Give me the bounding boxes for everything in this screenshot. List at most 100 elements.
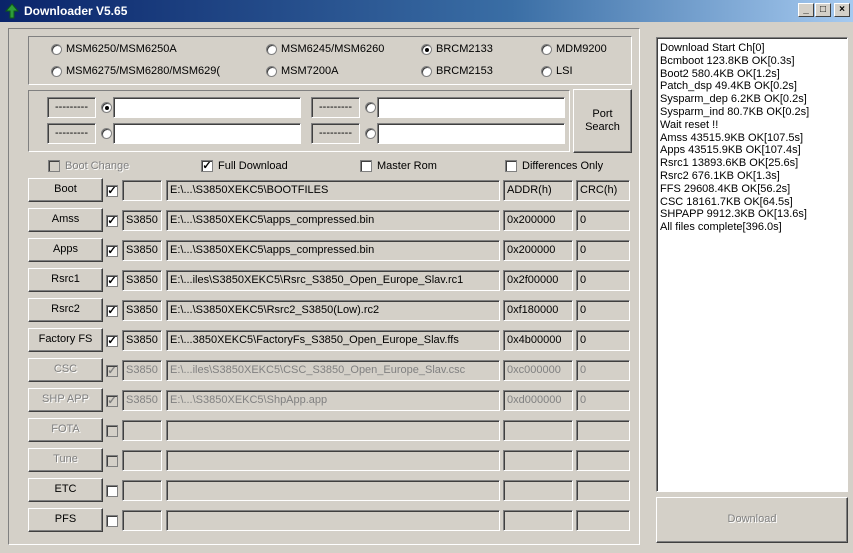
port-radio[interactable] <box>365 128 376 139</box>
file-row-button[interactable]: CSC <box>28 358 103 382</box>
file-row-model: S3850 <box>122 330 162 351</box>
file-row-button[interactable]: Amss <box>28 208 103 232</box>
file-row-path[interactable]: E:\...\S3850XEKC5\Rsrc2_S3850(Low).rc2 <box>166 300 500 321</box>
file-row-model: S3850 <box>122 300 162 321</box>
file-row-model: S3850 <box>122 390 162 411</box>
file-row-crc: 0 <box>576 360 630 381</box>
file-row-addr: 0xc000000 <box>503 360 573 381</box>
file-row-path[interactable]: E:\...iles\S3850XEKC5\CSC_S3850_Open_Eur… <box>166 360 500 381</box>
file-row-crc <box>576 480 630 501</box>
file-row-button[interactable]: Apps <box>28 238 103 262</box>
file-row-checkbox[interactable]: ✓ <box>106 305 118 317</box>
file-row-button[interactable]: ETC <box>28 478 103 502</box>
file-row-addr: 0x4b00000 <box>503 330 573 351</box>
file-row-checkbox[interactable]: ✓ <box>106 395 118 407</box>
chipset-label: MSM6250/MSM6250A <box>66 43 177 55</box>
file-row-path[interactable] <box>166 510 500 531</box>
chipset-label: MDM9200 <box>556 43 607 55</box>
file-row-checkbox[interactable] <box>106 485 118 497</box>
file-row-path[interactable] <box>166 450 500 471</box>
chipset-radio[interactable] <box>541 44 552 55</box>
chipset-radio[interactable] <box>421 66 432 77</box>
file-row-crc <box>576 420 630 441</box>
file-row-model <box>122 480 162 501</box>
file-row-checkbox[interactable]: ✓ <box>106 215 118 227</box>
file-row-path[interactable]: E:\...3850XEKC5\FactoryFs_S3850_Open_Eur… <box>166 330 500 351</box>
port-field[interactable] <box>113 123 301 144</box>
file-row-button[interactable]: Boot <box>28 178 103 202</box>
option-checkbox[interactable] <box>505 160 517 172</box>
file-row-crc: 0 <box>576 210 630 231</box>
file-row-crc: CRC(h) <box>576 180 630 201</box>
file-row-checkbox[interactable]: ✓ <box>106 185 118 197</box>
log-line: Boot2 580.4KB OK[1.2s] <box>660 67 780 80</box>
file-row-crc: 0 <box>576 390 630 411</box>
file-row-model: S3850 <box>122 360 162 381</box>
file-row-path[interactable] <box>166 420 500 441</box>
file-row-checkbox[interactable]: ✓ <box>106 245 118 257</box>
file-row-addr <box>503 480 573 501</box>
file-row-checkbox[interactable] <box>106 515 118 527</box>
file-row-checkbox[interactable]: ✓ <box>106 335 118 347</box>
log-line: Rsrc2 676.1KB OK[1.3s] <box>660 169 780 182</box>
port-field[interactable] <box>377 97 565 118</box>
file-row-button[interactable]: Factory FS <box>28 328 103 352</box>
port-field[interactable] <box>377 123 565 144</box>
option-checkbox[interactable]: ✓ <box>201 160 213 172</box>
chipset-radio[interactable] <box>51 44 62 55</box>
option-label: Full Download <box>218 160 288 172</box>
file-row-addr: 0xf180000 <box>503 300 573 321</box>
file-row-model <box>122 450 162 471</box>
file-row-button[interactable]: FOTA <box>28 418 103 442</box>
file-row-checkbox[interactable] <box>106 455 118 467</box>
file-row-button[interactable]: SHP APP <box>28 388 103 412</box>
chipset-label: LSI <box>556 65 573 77</box>
file-row-checkbox[interactable]: ✓ <box>106 275 118 287</box>
download-button[interactable]: Download <box>656 497 848 543</box>
option-checkbox[interactable] <box>48 160 60 172</box>
file-row-path[interactable] <box>166 480 500 501</box>
log-line: Amss 43515.9KB OK[107.5s] <box>660 131 804 144</box>
chipset-radio[interactable] <box>266 44 277 55</box>
port-field[interactable] <box>113 97 301 118</box>
log-line: SHPAPP 9912.3KB OK[13.6s] <box>660 208 807 221</box>
file-row-path[interactable]: E:\...\S3850XEKC5\apps_compressed.bin <box>166 240 500 261</box>
title-bar[interactable]: Downloader V5.65 <box>0 0 853 22</box>
download-log: Download Start Ch[0] Bcmboot 123.8KB OK[0… <box>656 37 848 492</box>
file-row-model <box>122 420 162 441</box>
log-line: Patch_dsp 49.4KB OK[0.2s] <box>660 80 797 93</box>
log-line: Bcmboot 123.8KB OK[0.3s] <box>660 54 795 67</box>
file-row-model <box>122 510 162 531</box>
file-row-button[interactable]: PFS <box>28 508 103 532</box>
minimize-button[interactable]: _ <box>798 3 814 17</box>
file-row-button[interactable]: Tune <box>28 448 103 472</box>
port-search-button[interactable]: Port Search <box>573 89 632 153</box>
file-row-path[interactable]: E:\...\S3850XEKC5\apps_compressed.bin <box>166 210 500 231</box>
option-checkbox[interactable] <box>360 160 372 172</box>
port-radio[interactable] <box>101 128 112 139</box>
file-row-path[interactable]: E:\...\S3850XEKC5\BOOTFILES <box>166 180 500 201</box>
chipset-label: MSM6245/MSM6260 <box>281 43 385 55</box>
chipset-radio[interactable] <box>266 66 277 77</box>
chipset-radio[interactable] <box>541 66 552 77</box>
file-row-crc: 0 <box>576 270 630 291</box>
port-radio[interactable] <box>101 102 112 113</box>
log-line: Wait reset !! <box>660 118 719 131</box>
file-row-crc <box>576 510 630 531</box>
maximize-button[interactable]: □ <box>815 3 831 17</box>
port-radio[interactable] <box>365 102 376 113</box>
chipset-radio[interactable] <box>421 44 432 55</box>
log-line: Apps 43515.9KB OK[107.4s] <box>660 144 801 157</box>
file-row-button[interactable]: Rsrc1 <box>28 268 103 292</box>
file-row-crc <box>576 450 630 471</box>
file-row-path[interactable]: E:\...iles\S3850XEKC5\Rsrc_S3850_Open_Eu… <box>166 270 500 291</box>
file-row-path[interactable]: E:\...\S3850XEKC5\ShpApp.app <box>166 390 500 411</box>
port-status: --------- <box>311 123 360 144</box>
chipset-radio[interactable] <box>51 66 62 77</box>
file-row-checkbox[interactable]: ✓ <box>106 365 118 377</box>
file-row-button[interactable]: Rsrc2 <box>28 298 103 322</box>
close-button[interactable]: × <box>834 3 850 17</box>
chipset-label: MSM7200A <box>281 65 339 77</box>
file-row-checkbox[interactable] <box>106 425 118 437</box>
log-line: Rsrc1 13893.6KB OK[25.6s] <box>660 157 799 170</box>
